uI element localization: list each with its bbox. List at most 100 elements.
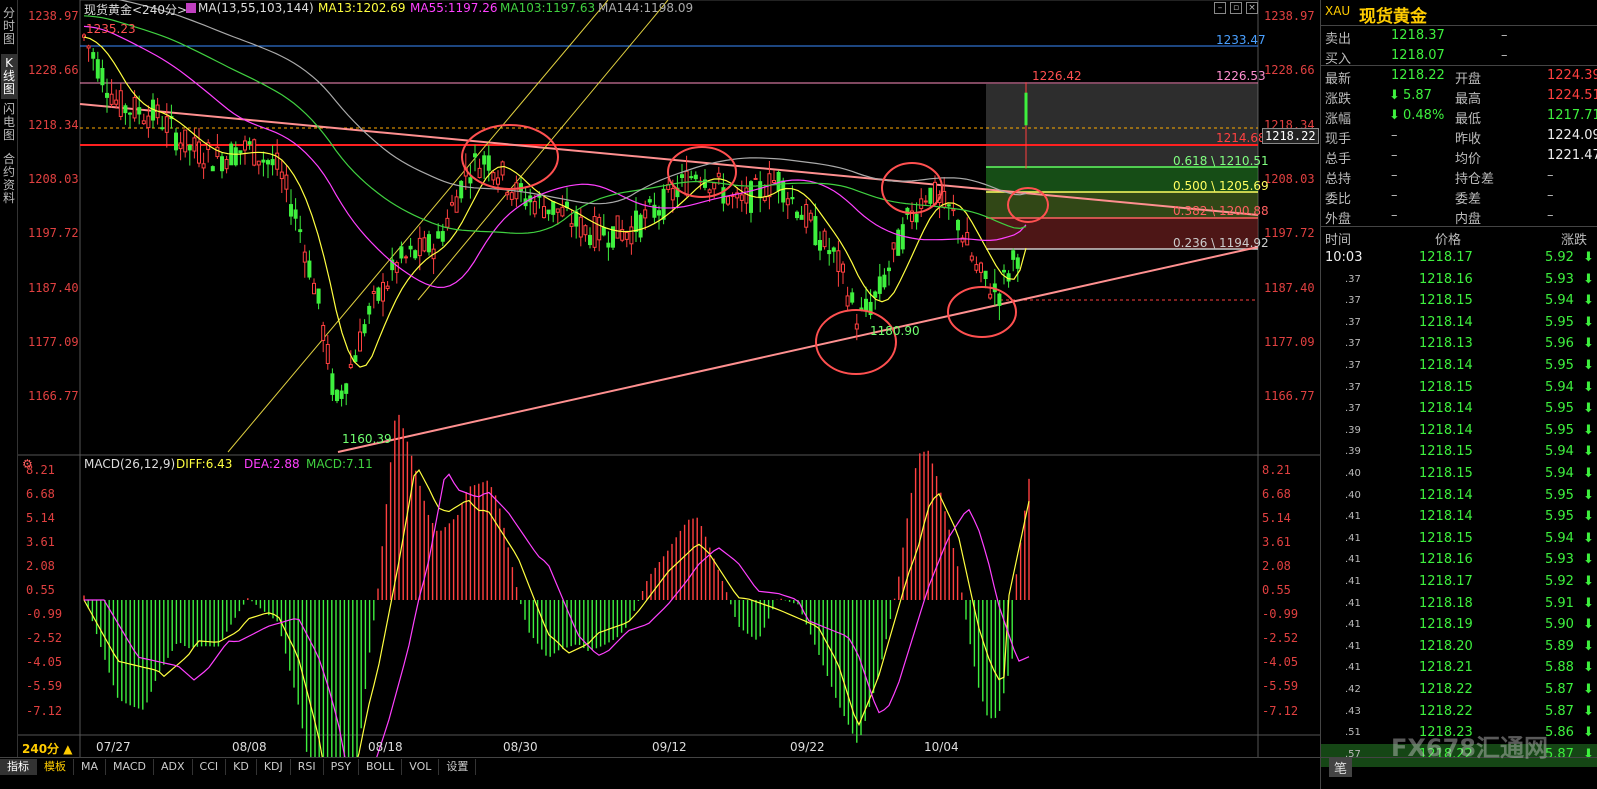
tab-flash[interactable]: 闪电图 bbox=[1, 100, 17, 145]
arrow-down-icon: ⬇ bbox=[1389, 88, 1400, 103]
stat-value: – bbox=[1391, 128, 1398, 143]
candle-body bbox=[569, 223, 574, 227]
candle-body bbox=[601, 226, 606, 236]
stat-label: 开盘 bbox=[1455, 72, 1482, 87]
indicator-tab[interactable]: CCI bbox=[193, 758, 227, 775]
indicator-tab[interactable]: 设置 bbox=[439, 758, 477, 775]
macd-tick-left: -7.12 bbox=[26, 704, 63, 718]
arrow-down-icon: ⬇ bbox=[1583, 487, 1594, 503]
arrow-down-icon: ⬇ bbox=[1583, 293, 1594, 309]
indicator-tab[interactable]: MA bbox=[74, 758, 107, 775]
tick-change: 5.95 bbox=[1545, 509, 1574, 525]
candle-body bbox=[279, 171, 284, 180]
candle-body bbox=[588, 234, 592, 246]
stat-label: 最低 bbox=[1455, 112, 1482, 127]
candle-body bbox=[468, 177, 473, 184]
candle-body bbox=[933, 181, 937, 205]
tab-kline[interactable]: K线图 bbox=[1, 54, 17, 99]
date-tick: 08/30 bbox=[503, 740, 538, 754]
tick-time: .41 bbox=[1345, 532, 1361, 544]
kline-chart[interactable] bbox=[18, 0, 1320, 757]
tick-time: .39 bbox=[1345, 446, 1361, 458]
candle-body bbox=[785, 198, 790, 206]
tick-time: .41 bbox=[1345, 597, 1361, 609]
candle-body bbox=[256, 160, 261, 166]
indicator-toolbar: 指标 模板 MA MACD ADX CCI KD KDJ RSI PSY BOLL VOL 设置 bbox=[0, 757, 1320, 775]
candle-body bbox=[739, 194, 744, 201]
candle-body bbox=[1011, 250, 1016, 260]
indicator-tab[interactable]: BOLL bbox=[359, 758, 403, 775]
candle-body bbox=[882, 274, 887, 288]
tick-change: 5.86 bbox=[1545, 725, 1574, 741]
stat-label: 昨收 bbox=[1455, 132, 1482, 147]
candle-body bbox=[951, 208, 956, 212]
indicator-tab[interactable]: ADX bbox=[154, 758, 193, 775]
candle-body bbox=[551, 201, 556, 215]
indicator-tab[interactable]: KD bbox=[226, 758, 257, 775]
candle-body bbox=[969, 255, 974, 261]
tick-price: 1218.22 bbox=[1419, 682, 1473, 697]
restore-icon[interactable]: ▫ bbox=[1230, 2, 1242, 14]
arrow-down-icon: ⬇ bbox=[1583, 358, 1594, 373]
candle-body bbox=[197, 141, 201, 164]
indicator-tab[interactable]: RSI bbox=[291, 758, 324, 775]
arrow-down-icon: ⬇ bbox=[1583, 638, 1594, 654]
stat-label: 持仓差 bbox=[1455, 172, 1495, 187]
quote-stat-row: 涨跌 ⬇ 5.87 最高 1224.51 bbox=[1321, 86, 1597, 107]
candle-body bbox=[693, 174, 698, 180]
minimize-icon[interactable]: – bbox=[1214, 2, 1226, 14]
period-selector[interactable]: 240分 ▲ bbox=[22, 740, 72, 757]
candle-body bbox=[542, 206, 546, 219]
macd-tick-right: 8.21 bbox=[1262, 463, 1291, 477]
candle-body bbox=[105, 92, 109, 98]
indicator-tab[interactable]: PSY bbox=[324, 758, 359, 775]
candle-body bbox=[979, 262, 983, 273]
candle-body bbox=[358, 331, 362, 352]
candle-body bbox=[486, 155, 491, 171]
candle-body bbox=[956, 219, 960, 231]
macd-tick-left: 8.21 bbox=[26, 463, 55, 477]
stat-value: – bbox=[1547, 188, 1554, 203]
indicator-tab[interactable]: KDJ bbox=[257, 758, 291, 775]
tick-time: .41 bbox=[1345, 554, 1361, 566]
buy-volume: – bbox=[1501, 48, 1508, 63]
tick-row: .39 1218.14 5.95 ⬇ bbox=[1321, 420, 1597, 443]
tick-price: 1218.17 bbox=[1419, 574, 1473, 589]
tick-time: .37 bbox=[1345, 316, 1361, 328]
candle-body bbox=[215, 146, 220, 158]
stat-value: 1218.22 bbox=[1391, 68, 1445, 83]
indicator-tab[interactable]: 模板 bbox=[37, 758, 74, 775]
tick-footer-tab[interactable]: 笔 bbox=[1329, 758, 1353, 777]
price-tick-left: 1197.72 bbox=[28, 226, 79, 240]
tick-row: 10:03 1218.17 5.92 ⬇ bbox=[1321, 247, 1597, 270]
sell-row: 卖出 1218.37 – bbox=[1321, 26, 1597, 47]
tick-change: 5.91 bbox=[1545, 595, 1574, 611]
close-icon[interactable]: × bbox=[1246, 2, 1258, 14]
tab-contract-info[interactable]: 合约资料 bbox=[1, 150, 17, 208]
candle-body bbox=[261, 159, 266, 163]
macd-tick-right: -7.12 bbox=[1262, 704, 1299, 718]
indicator-tab[interactable]: MACD bbox=[106, 758, 154, 775]
highlight-ellipse bbox=[947, 286, 1017, 338]
candle-body bbox=[716, 172, 721, 178]
candle-body bbox=[307, 260, 312, 278]
tick-time: 10:03 bbox=[1325, 250, 1363, 265]
stat-label: 委差 bbox=[1455, 192, 1482, 207]
price-tick-left: 1187.40 bbox=[28, 281, 79, 295]
candle-body bbox=[174, 132, 178, 151]
indicator-tab[interactable]: VOL bbox=[402, 758, 440, 775]
candle-body bbox=[289, 204, 293, 217]
tick-price: 1218.14 bbox=[1419, 509, 1473, 525]
peak-price-label: 1226.42 bbox=[1032, 69, 1082, 83]
buy-row: 买入 1218.07 – bbox=[1321, 46, 1597, 67]
tick-price: 1218.18 bbox=[1419, 595, 1473, 611]
candle-body bbox=[891, 242, 896, 250]
tab-timeshare[interactable]: 分时图 bbox=[1, 4, 17, 49]
candle-body bbox=[243, 140, 247, 151]
candle-body bbox=[473, 153, 477, 158]
indicator-tab[interactable]: 指标 bbox=[0, 758, 37, 775]
candle-body bbox=[500, 161, 505, 176]
stat-label: 总持 bbox=[1325, 172, 1352, 187]
arrow-down-icon: ⬇ bbox=[1583, 250, 1594, 265]
candle-body bbox=[450, 202, 454, 206]
